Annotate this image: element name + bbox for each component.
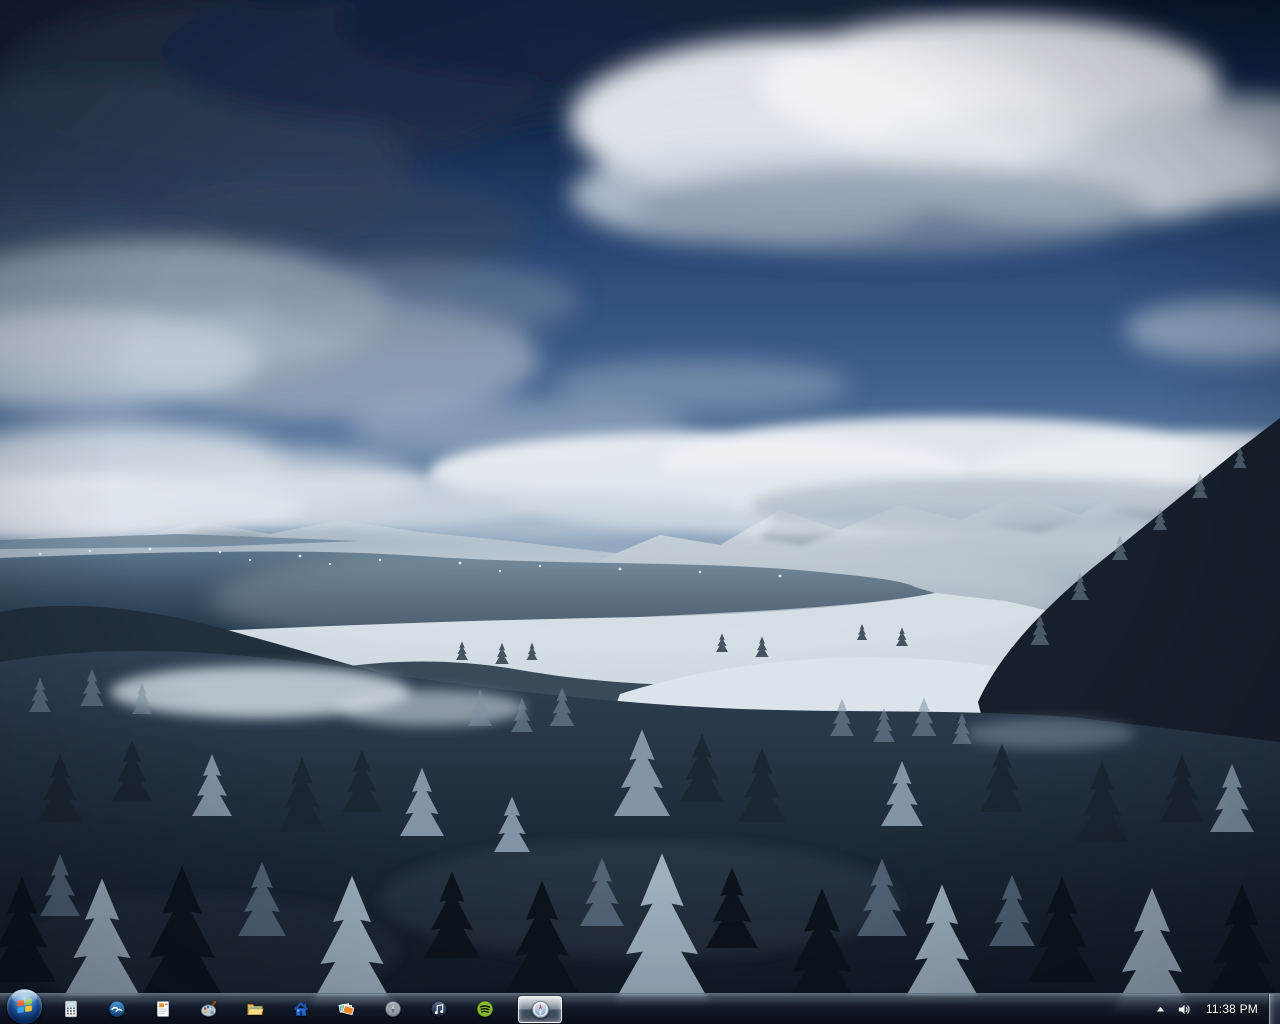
taskbar-item-itunes[interactable] [418,996,460,1023]
music-note-icon [431,1001,447,1017]
openoffice-icon [109,1001,125,1017]
taskbar-item-spotify[interactable] [464,996,506,1023]
taskbar-item-safari[interactable] [372,996,414,1023]
taskbar-item-photo-viewer[interactable] [326,996,368,1023]
taskbar-pinned-apps [48,994,508,1024]
show-hidden-icons-arrow-icon [1157,1006,1165,1012]
desktop-wallpaper [0,0,1280,1024]
taskbar-item-text-document[interactable] [142,996,184,1023]
taskbar-item-safari-active[interactable] [517,994,563,1024]
compass-icon [385,1001,401,1017]
speaker-icon [1179,1004,1191,1014]
photo-stack-icon [338,1003,355,1016]
start-button[interactable] [7,988,42,1024]
system-tray: 11:38 PM [1150,993,1280,1024]
taskbar-item-calculator[interactable] [50,996,92,1023]
show-hidden-icons-button[interactable] [1150,994,1172,1024]
blue-house-icon [293,1001,309,1016]
windows-orb-icon [16,998,32,1014]
show-desktop-button[interactable] [1268,993,1280,1024]
taskbar: 11:38 PM [0,988,1280,1024]
spotify-icon [477,1001,493,1017]
text-document-icon [156,1001,170,1017]
vignette [0,0,1280,1024]
taskbar-item-file-explorer[interactable] [234,996,276,1023]
taskbar-open-apps [508,994,564,1024]
paint-palette-icon [200,1000,217,1017]
taskbar-item-openoffice[interactable] [96,996,138,1023]
taskbar-clock[interactable]: 11:38 PM [1198,994,1268,1024]
taskbar-item-home[interactable] [280,996,322,1023]
taskbar-item-paint[interactable] [188,996,230,1023]
desktop: 11:38 PM [0,0,1280,1024]
volume-button[interactable] [1172,994,1198,1024]
calculator-icon [64,1000,78,1018]
compass-icon [531,1000,549,1018]
folder-explorer-icon [247,1004,264,1015]
